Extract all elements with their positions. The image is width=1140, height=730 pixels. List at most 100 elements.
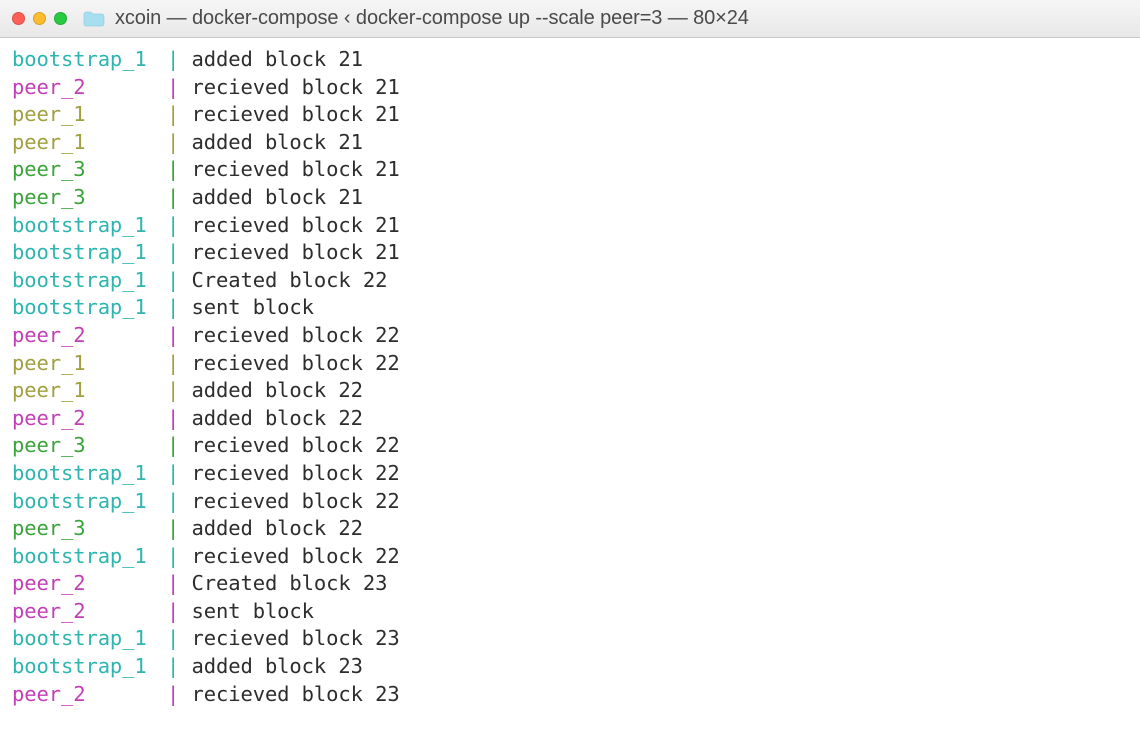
log-separator: | [167,102,179,126]
log-prefix: bootstrap_1 [12,625,167,653]
log-separator: | [167,461,179,485]
log-message: recieved block 22 [179,544,399,568]
log-message: sent block [179,295,314,319]
log-separator: | [167,682,179,706]
log-line: bootstrap_1| recieved block 22 [12,543,1130,571]
log-prefix: peer_1 [12,350,167,378]
log-line: bootstrap_1| added block 21 [12,46,1130,74]
log-separator: | [167,654,179,678]
log-separator: | [167,489,179,513]
log-line: bootstrap_1| recieved block 22 [12,460,1130,488]
log-separator: | [167,75,179,99]
log-line: bootstrap_1| recieved block 23 [12,625,1130,653]
log-prefix: peer_1 [12,377,167,405]
log-line: peer_3| added block 21 [12,184,1130,212]
log-prefix: bootstrap_1 [12,212,167,240]
log-prefix: bootstrap_1 [12,46,167,74]
log-line: peer_2| Created block 23 [12,570,1130,598]
log-message: added block 22 [179,378,363,402]
log-message: recieved block 22 [179,489,399,513]
log-separator: | [167,516,179,540]
log-separator: | [167,240,179,264]
folder-icon [83,11,105,27]
log-message: added block 21 [179,47,363,71]
log-message: recieved block 21 [179,102,399,126]
log-message: recieved block 22 [179,433,399,457]
log-prefix: bootstrap_1 [12,294,167,322]
window-titlebar: xcoin — docker-compose ‹ docker-compose … [0,0,1140,38]
log-prefix: bootstrap_1 [12,653,167,681]
log-prefix: peer_3 [12,184,167,212]
log-separator: | [167,433,179,457]
log-prefix: peer_2 [12,598,167,626]
log-separator: | [167,157,179,181]
log-prefix: bootstrap_1 [12,543,167,571]
log-prefix: peer_1 [12,129,167,157]
log-prefix: bootstrap_1 [12,488,167,516]
log-message: added block 23 [179,654,363,678]
log-line: peer_3| recieved block 21 [12,156,1130,184]
log-line: peer_1| recieved block 22 [12,350,1130,378]
log-separator: | [167,544,179,568]
log-prefix: peer_2 [12,74,167,102]
log-prefix: peer_2 [12,570,167,598]
log-separator: | [167,130,179,154]
log-message: Created block 22 [179,268,387,292]
log-message: recieved block 23 [179,682,399,706]
log-line: bootstrap_1| recieved block 22 [12,488,1130,516]
log-line: peer_2| recieved block 21 [12,74,1130,102]
log-prefix: bootstrap_1 [12,460,167,488]
log-message: recieved block 21 [179,213,399,237]
log-separator: | [167,295,179,319]
log-line: peer_1| recieved block 21 [12,101,1130,129]
log-separator: | [167,571,179,595]
log-line: bootstrap_1| added block 23 [12,653,1130,681]
maximize-window-button[interactable] [54,12,67,25]
log-line: peer_3| recieved block 22 [12,432,1130,460]
log-line: bootstrap_1| Created block 22 [12,267,1130,295]
log-message: recieved block 22 [179,323,399,347]
log-separator: | [167,47,179,71]
traffic-lights [12,12,67,25]
log-line: peer_2| added block 22 [12,405,1130,433]
log-line: peer_3| added block 22 [12,515,1130,543]
log-prefix: bootstrap_1 [12,239,167,267]
log-message: recieved block 21 [179,75,399,99]
log-message: recieved block 22 [179,351,399,375]
log-message: added block 21 [179,185,363,209]
log-line: peer_1| added block 21 [12,129,1130,157]
terminal-output[interactable]: bootstrap_1| added block 21peer_2| recie… [0,38,1140,716]
log-message: added block 21 [179,130,363,154]
log-message: recieved block 23 [179,626,399,650]
log-line: peer_2| recieved block 22 [12,322,1130,350]
log-separator: | [167,185,179,209]
log-separator: | [167,351,179,375]
log-separator: | [167,626,179,650]
log-line: peer_2| recieved block 23 [12,681,1130,709]
log-line: bootstrap_1| recieved block 21 [12,239,1130,267]
log-separator: | [167,268,179,292]
log-prefix: peer_3 [12,515,167,543]
log-prefix: peer_1 [12,101,167,129]
log-separator: | [167,213,179,237]
minimize-window-button[interactable] [33,12,46,25]
log-line: bootstrap_1| recieved block 21 [12,212,1130,240]
log-message: added block 22 [179,516,363,540]
log-message: recieved block 22 [179,461,399,485]
log-message: sent block [179,599,314,623]
log-prefix: peer_3 [12,156,167,184]
log-message: added block 22 [179,406,363,430]
log-prefix: peer_3 [12,432,167,460]
log-separator: | [167,406,179,430]
log-separator: | [167,378,179,402]
log-message: recieved block 21 [179,240,399,264]
log-prefix: bootstrap_1 [12,267,167,295]
log-separator: | [167,323,179,347]
log-message: Created block 23 [179,571,387,595]
log-prefix: peer_2 [12,681,167,709]
log-line: peer_2| sent block [12,598,1130,626]
window-title: xcoin — docker-compose ‹ docker-compose … [115,7,749,30]
log-separator: | [167,599,179,623]
log-line: bootstrap_1| sent block [12,294,1130,322]
close-window-button[interactable] [12,12,25,25]
